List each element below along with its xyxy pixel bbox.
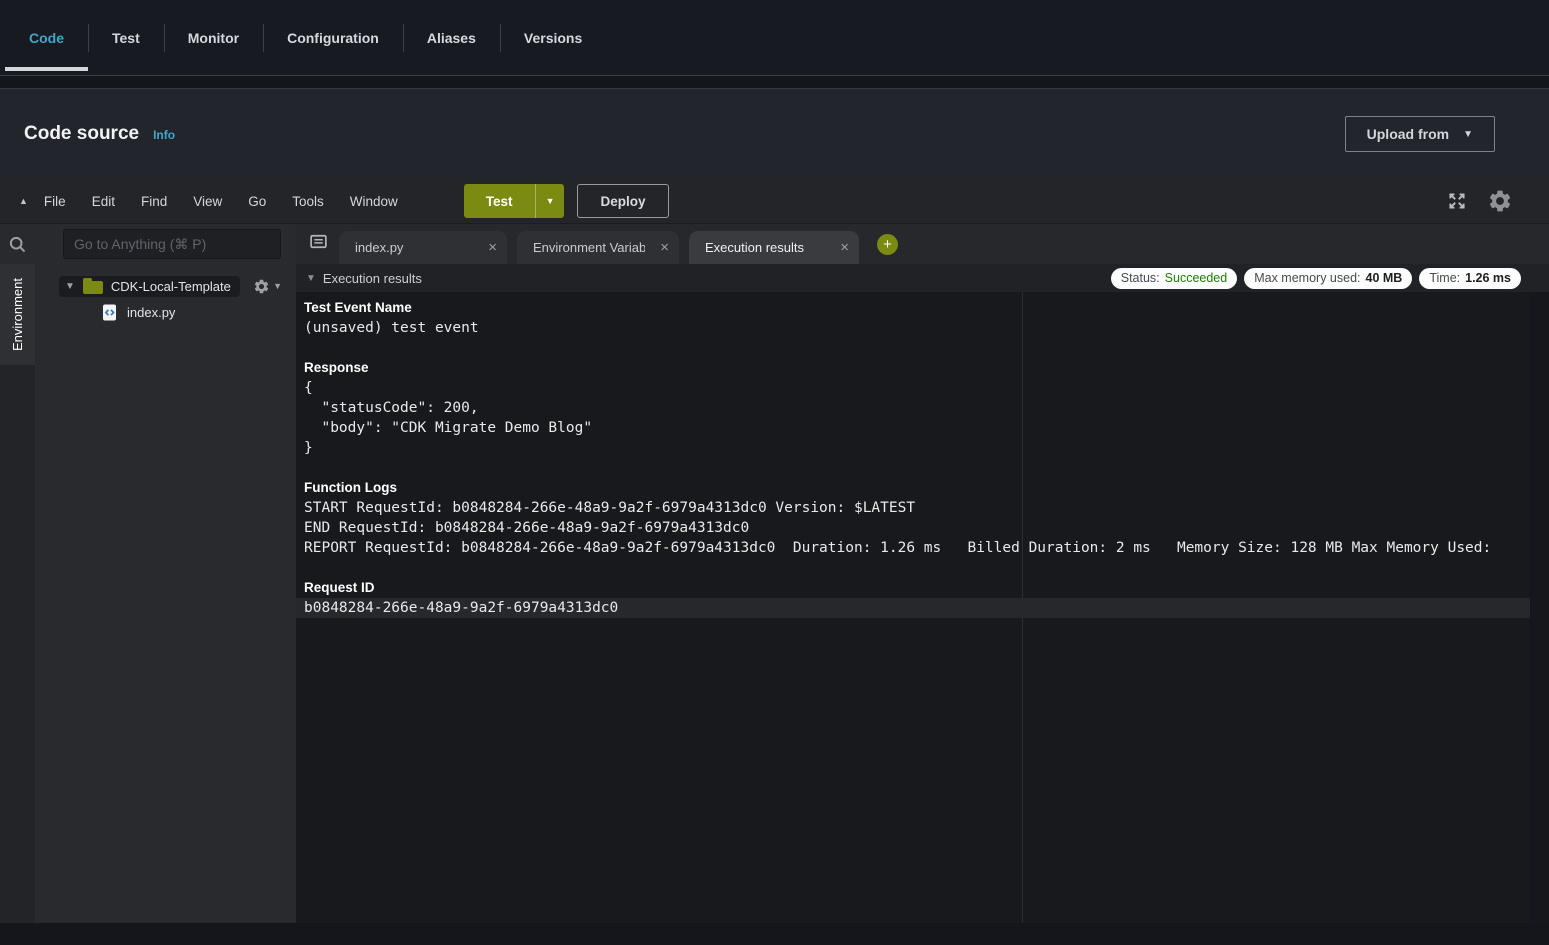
function-logs-header: Function Logs — [304, 478, 1549, 498]
code-source-header: Code source Info Upload from ▼ — [0, 89, 1549, 179]
tab-aliases-label: Aliases — [427, 30, 476, 46]
close-icon[interactable]: × — [488, 240, 497, 255]
chevron-down-icon: ▼ — [273, 281, 282, 291]
response-line: { — [304, 378, 1549, 398]
test-event-name-value: (unsaved) test event — [304, 318, 1549, 338]
time-label: Time: — [1429, 271, 1460, 285]
response-line: "statusCode": 200, — [304, 398, 1549, 418]
menu-edit[interactable]: Edit — [92, 194, 115, 209]
environment-side-tab[interactable]: Environment — [0, 264, 35, 365]
time-badge: Time: 1.26 ms — [1419, 268, 1521, 289]
collapse-panel-icon[interactable]: ▲ — [19, 196, 28, 206]
tab-code[interactable]: Code — [5, 0, 88, 75]
folder-name: CDK-Local-Template — [111, 279, 231, 294]
request-id-value: b0848284-266e-48a9-9a2f-6979a4313dc0 — [296, 598, 1530, 618]
menu-file[interactable]: File — [44, 194, 66, 209]
pane-title[interactable]: Execution results — [323, 271, 422, 286]
fullscreen-icon[interactable] — [1447, 191, 1467, 211]
search-icon — [8, 235, 27, 254]
settings-gear-icon[interactable] — [1487, 188, 1513, 214]
function-nav: Code Test Monitor Configuration Aliases … — [0, 0, 1549, 76]
editor-tab-environment-variables[interactable]: Environment Variables × — [517, 231, 679, 264]
left-rail: Environment — [0, 224, 35, 923]
file-name: index.py — [127, 305, 175, 320]
tree-row-folder: ▼ CDK-Local-Template ▼ — [35, 273, 296, 299]
test-dropdown-button[interactable]: ▼ — [535, 184, 565, 218]
status-value: Succeeded — [1165, 271, 1228, 285]
tab-monitor[interactable]: Monitor — [164, 0, 263, 75]
log-line-end: END RequestId: b0848284-266e-48a9-9a2f-6… — [304, 518, 1549, 538]
ide-menubar: ▲ File Edit Find View Go Tools Window Te… — [0, 179, 1549, 224]
log-line-start: START RequestId: b0848284-266e-48a9-9a2f… — [304, 498, 1549, 518]
ide-body: Environment ▼ CDK-Local-Template ▼ — [0, 224, 1549, 923]
memory-label: Max memory used: — [1254, 271, 1360, 285]
status-label: Status: — [1121, 271, 1160, 285]
editor-tab-index-py[interactable]: index.py × — [339, 231, 507, 264]
test-split-button: Test ▼ — [464, 184, 565, 218]
folder-row-selected[interactable]: ▼ CDK-Local-Template — [59, 276, 240, 297]
tab-code-label: Code — [29, 30, 64, 46]
memory-value: 40 MB — [1366, 271, 1403, 285]
tab-list-icon[interactable] — [308, 231, 329, 257]
menu-find[interactable]: Find — [141, 194, 167, 209]
tab-configuration[interactable]: Configuration — [263, 0, 403, 75]
pane-disclosure-icon[interactable]: ▼ — [306, 273, 316, 284]
menu-window[interactable]: Window — [350, 194, 398, 209]
close-icon[interactable]: × — [840, 240, 849, 255]
test-button[interactable]: Test — [464, 184, 535, 218]
folder-disclosure-icon[interactable]: ▼ — [65, 281, 75, 292]
add-tab-icon[interactable]: + — [877, 234, 898, 255]
menu-go[interactable]: Go — [248, 194, 266, 209]
response-header: Response — [304, 358, 1549, 378]
editor-pane: index.py × Environment Variables × Execu… — [296, 224, 1549, 923]
tree-settings-button[interactable]: ▼ — [253, 278, 282, 295]
menu-view[interactable]: View — [193, 194, 222, 209]
editor-tabstrip: index.py × Environment Variables × Execu… — [296, 224, 1549, 264]
tab-test-label: Test — [112, 30, 140, 46]
gear-icon — [253, 278, 270, 295]
tab-label: index.py — [355, 240, 473, 255]
upload-from-label: Upload from — [1367, 126, 1449, 142]
folder-icon — [83, 281, 103, 294]
info-link[interactable]: Info — [153, 128, 175, 142]
chevron-down-icon: ▼ — [1463, 129, 1473, 140]
status-badge: Status: Succeeded — [1111, 268, 1237, 289]
editor-tab-execution-results[interactable]: Execution results × — [689, 231, 859, 264]
close-icon[interactable]: × — [660, 240, 669, 255]
response-line: } — [304, 438, 1549, 458]
result-badges: Status: Succeeded Max memory used: 40 MB… — [1111, 268, 1521, 289]
upload-from-button[interactable]: Upload from ▼ — [1345, 116, 1495, 152]
page-title: Code source — [24, 123, 139, 145]
execution-results-content[interactable]: Test Event Name (unsaved) test event Res… — [296, 292, 1549, 923]
ide: ▲ File Edit Find View Go Tools Window Te… — [0, 179, 1549, 923]
log-line-report: REPORT RequestId: b0848284-266e-48a9-9a2… — [304, 538, 1549, 558]
response-line: "body": "CDK Migrate Demo Blog" — [304, 418, 1549, 438]
deploy-button[interactable]: Deploy — [577, 184, 668, 218]
tab-versions-label: Versions — [524, 30, 582, 46]
tab-test[interactable]: Test — [88, 0, 164, 75]
tree-row-file[interactable]: index.py — [35, 299, 296, 325]
time-value: 1.26 ms — [1465, 271, 1511, 285]
tab-versions[interactable]: Versions — [500, 0, 606, 75]
tab-aliases[interactable]: Aliases — [403, 0, 500, 75]
file-tree-panel: ▼ CDK-Local-Template ▼ — [35, 224, 296, 923]
memory-badge: Max memory used: 40 MB — [1244, 268, 1412, 289]
search-button[interactable] — [0, 224, 35, 264]
execution-results-header: ▼ Execution results Status: Succeeded Ma… — [296, 264, 1549, 292]
test-event-name-header: Test Event Name — [304, 298, 1549, 318]
request-id-header: Request ID — [304, 578, 1549, 598]
tab-label: Environment Variables — [533, 240, 645, 255]
code-source-panel: Code source Info Upload from ▼ ▲ File Ed… — [0, 88, 1549, 923]
chevron-down-icon: ▼ — [546, 196, 555, 206]
tab-label: Execution results — [705, 240, 831, 255]
goto-anything-input[interactable] — [63, 229, 281, 259]
python-file-icon — [102, 303, 118, 322]
menu-tools[interactable]: Tools — [292, 194, 324, 209]
tab-monitor-label: Monitor — [188, 30, 239, 46]
tab-configuration-label: Configuration — [287, 30, 379, 46]
